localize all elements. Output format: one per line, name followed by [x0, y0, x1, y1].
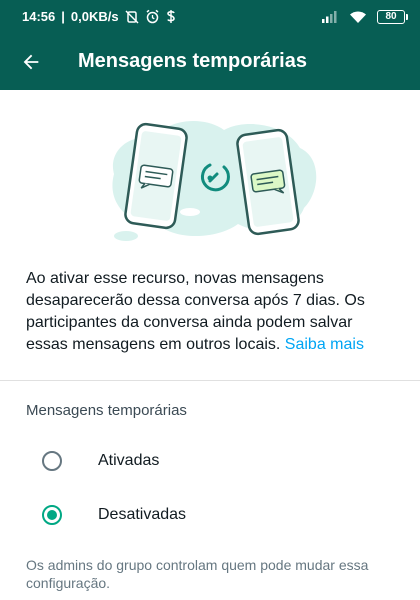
option-on-label: Ativadas — [98, 452, 160, 469]
signal-icon — [321, 10, 339, 23]
option-on[interactable]: Ativadas — [26, 437, 396, 485]
status-net-speed: 0,0KB/s — [70, 9, 119, 24]
feature-description: Ao ativar esse recurso, novas mensagens … — [26, 268, 398, 356]
learn-more-link[interactable]: Saiba mais — [285, 336, 364, 353]
arrow-left-icon — [23, 54, 39, 69]
radio-selected-icon[interactable] — [40, 503, 64, 527]
page-title: Mensagens temporárias — [78, 50, 307, 72]
section-title: Mensagens temporárias — [26, 402, 187, 419]
option-off-label: Desativadas — [98, 506, 187, 523]
back-button[interactable] — [6, 33, 56, 90]
vibrate-off-icon — [125, 9, 139, 24]
status-bar: 14:56 | 0,0KB/s 80 — [0, 0, 420, 33]
battery-level: 80 — [377, 9, 405, 24]
wifi-icon — [349, 10, 367, 24]
alarm-icon — [145, 9, 160, 24]
status-separator: | — [61, 9, 65, 24]
app-bar: Mensagens temporárias — [0, 33, 420, 90]
option-off[interactable]: Desativadas — [26, 491, 396, 539]
divider — [0, 380, 420, 381]
admin-footnote: Os admins do grupo controlam quem pode m… — [26, 557, 369, 591]
battery-icon: 80 — [377, 9, 408, 24]
radio-unselected-icon[interactable] — [40, 449, 64, 473]
dollar-icon — [166, 9, 176, 24]
status-time: 14:56 — [22, 9, 56, 24]
disappearing-messages-illustration — [100, 112, 325, 247]
